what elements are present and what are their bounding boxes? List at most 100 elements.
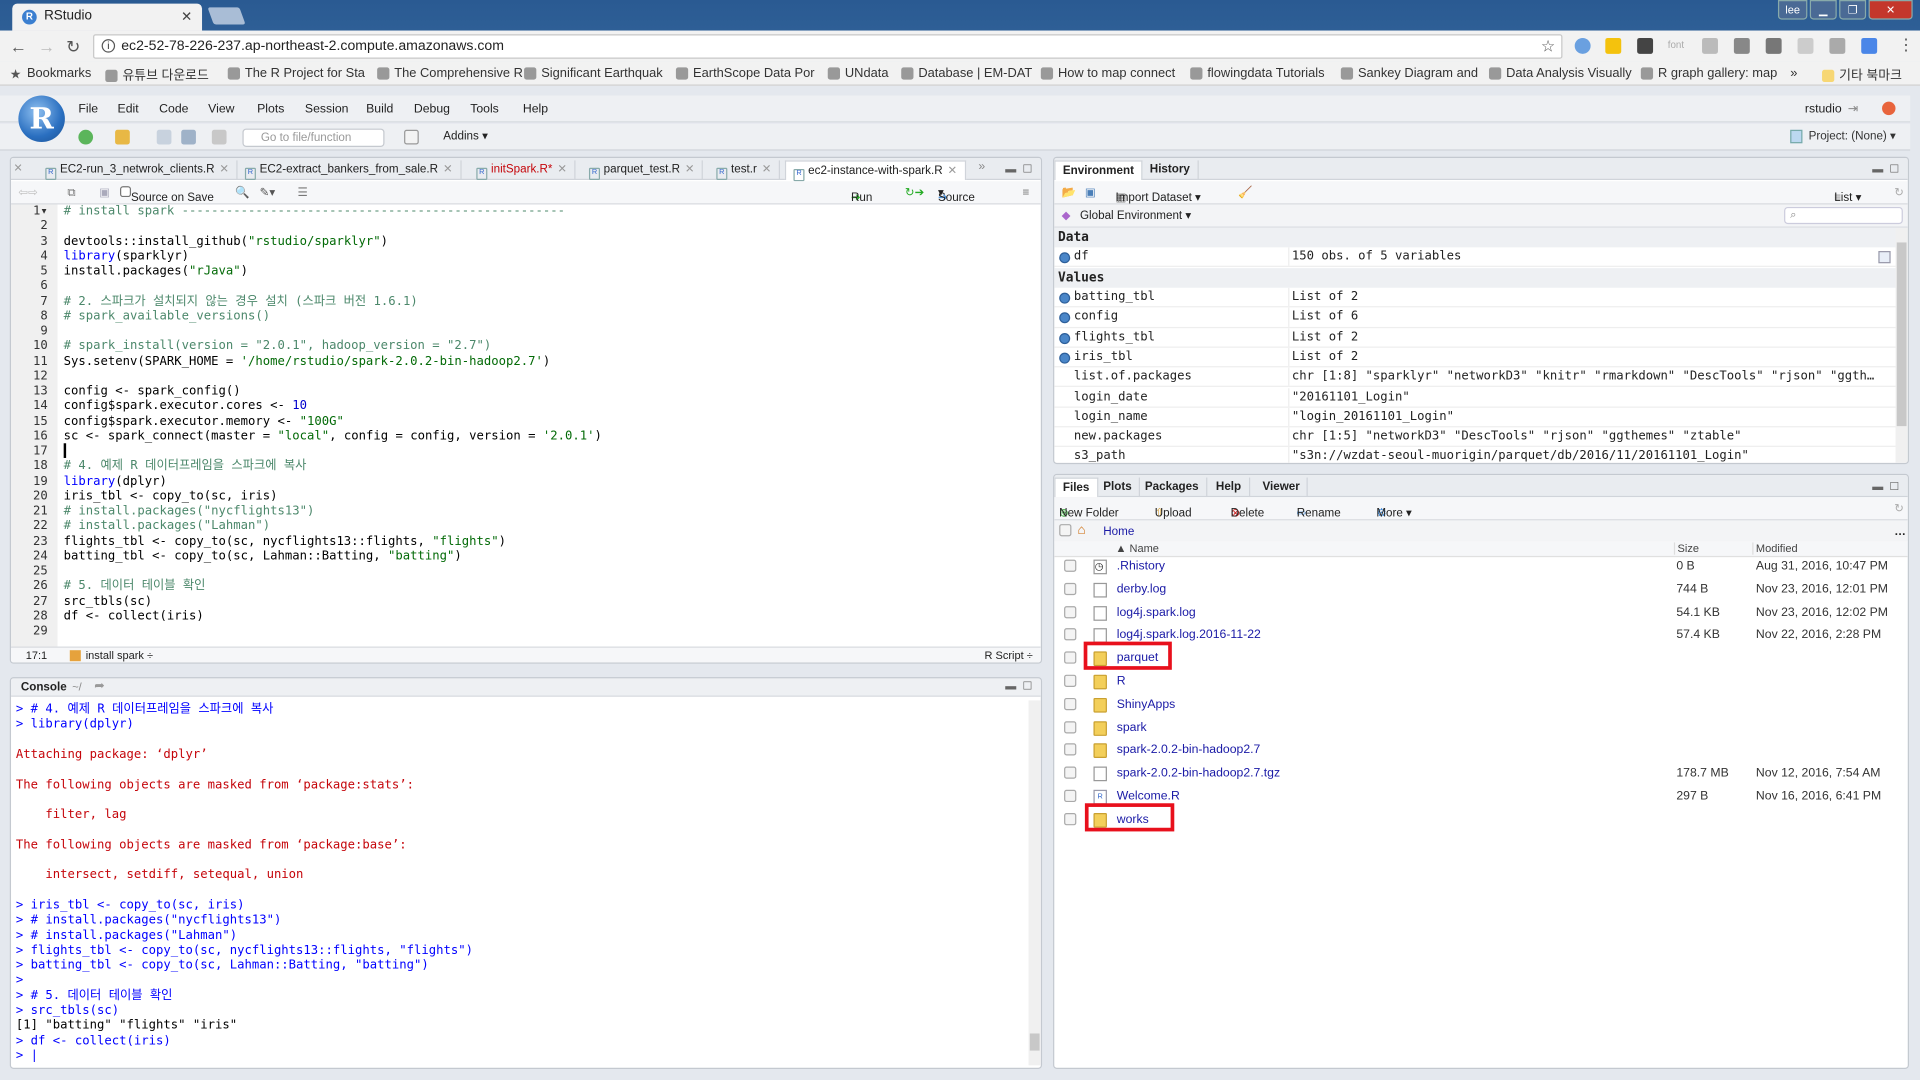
tab-plots[interactable]: Plots [1096, 477, 1141, 498]
bookmark-star-icon[interactable]: ☆ [1541, 37, 1555, 57]
file-checkbox[interactable] [1064, 628, 1077, 641]
maximize-pane-icon[interactable]: ☐ [1022, 163, 1032, 176]
bookmark-item[interactable]: The Comprehensive R [377, 66, 523, 81]
file-name-link[interactable]: R [1117, 671, 1126, 693]
file-row[interactable]: ShinyApps [1054, 694, 1907, 717]
save-workspace-icon[interactable]: ▣ [1085, 186, 1096, 199]
file-row[interactable]: ◷ .Rhistory 0 B Aug 31, 2016, 10:47 PM [1054, 556, 1907, 579]
bookmark-item[interactable]: 유튜브 다운로드 [105, 66, 209, 84]
file-name-link[interactable]: ShinyApps [1117, 694, 1176, 716]
file-checkbox[interactable] [1064, 766, 1077, 780]
go-to-directory-icon[interactable]: ➦ [94, 680, 104, 693]
compile-report-icon[interactable]: ☰ [298, 186, 308, 199]
environment-row[interactable]: login_name "login_20161101_Login" [1054, 407, 1896, 428]
environment-row[interactable]: iris_tbl List of 2 [1054, 347, 1896, 368]
close-tab-icon[interactable]: ✕ [685, 163, 695, 176]
code-tools-icon[interactable]: ✎▾ [260, 186, 276, 199]
console-output[interactable]: > # 4. 예제 R 데이터프레임을 스파크에 복사 > library(dpl… [11, 698, 1026, 1068]
drive-extension-icon[interactable] [1605, 37, 1622, 54]
forward-icon[interactable]: → [38, 37, 55, 57]
back-icon[interactable]: ← [10, 37, 27, 57]
file-row[interactable]: spark [1054, 717, 1907, 740]
tab-environment[interactable]: Environment [1054, 160, 1143, 181]
md-extension-icon[interactable] [1765, 37, 1782, 54]
find-icon[interactable]: 🔍 [235, 186, 250, 199]
file-row[interactable]: parquet [1054, 648, 1907, 671]
console-scrollbar[interactable] [1028, 700, 1041, 1066]
translate-extension-icon[interactable] [1861, 37, 1878, 54]
url-input[interactable]: i ec2-52-78-226-237.ap-northeast-2.compu… [93, 34, 1563, 59]
font-extension-icon[interactable]: font [1668, 39, 1684, 50]
menu-code[interactable]: Code [159, 103, 188, 116]
file-name-link[interactable]: derby.log [1117, 579, 1166, 601]
file-checkbox[interactable] [1064, 743, 1077, 756]
more-tabs-icon[interactable]: » [978, 160, 985, 173]
source-on-save-check[interactable] [120, 186, 132, 198]
file-row[interactable]: works [1054, 809, 1907, 832]
user-badge[interactable]: lee [1777, 0, 1808, 20]
editor-tab[interactable]: Rtest.r ✕ [709, 160, 781, 181]
file-row[interactable]: log4j.spark.log 54.1 KB Nov 23, 2016, 12:0… [1054, 602, 1907, 625]
quit-session-icon[interactable] [1882, 101, 1896, 116]
section-navigator[interactable]: install spark ÷ [86, 649, 153, 661]
file-row[interactable]: spark-2.0.2-bin-hadoop2.7.tgz 178.7 MB Nov… [1054, 763, 1907, 786]
file-row[interactable]: R Welcome.R 297 B Nov 16, 2016, 6:41 PM [1054, 786, 1907, 809]
bookmark-item[interactable]: Data Analysis Visually [1488, 66, 1632, 81]
bookmark-item[interactable]: UNdata [827, 66, 889, 81]
go-to-directory-button[interactable]: … [1894, 525, 1906, 538]
close-window-button[interactable]: ✕ [1868, 0, 1913, 20]
project-menu[interactable]: Project: (None) ▾ [1809, 130, 1896, 143]
bookmark-item[interactable]: ★ Bookmarks [10, 66, 91, 82]
column-modified[interactable]: Modified [1752, 542, 1798, 555]
reload-icon[interactable]: ↻ [66, 37, 80, 58]
maximize-pane-icon[interactable]: ☐ [1889, 163, 1899, 176]
t-extension-icon[interactable] [1829, 37, 1846, 54]
scrollbar-thumb[interactable] [1896, 242, 1907, 427]
minimize-pane-icon[interactable]: ▬ [1872, 480, 1883, 492]
close-tab-icon[interactable]: ✕ [219, 163, 229, 176]
path-home-link[interactable]: Home [1103, 525, 1134, 538]
open-file-icon[interactable] [115, 129, 130, 145]
browser-menu-icon[interactable]: ⋮ [1898, 36, 1914, 56]
tab-history[interactable]: History [1142, 160, 1199, 181]
bookmark-item[interactable]: Sankey Diagram and [1340, 66, 1478, 81]
editor-tab[interactable]: RinitSpark.R* ✕ [469, 160, 576, 181]
extension-icon[interactable] [1733, 37, 1750, 54]
minimize-button[interactable]: ▁ [1809, 0, 1837, 20]
source-on-save-checkbox[interactable]: Source on Save [120, 186, 214, 204]
file-type-selector[interactable]: R Script ÷ [984, 649, 1032, 661]
print-icon[interactable] [211, 129, 227, 145]
close-tab-icon[interactable]: ✕ [762, 163, 772, 176]
rerun-icon[interactable]: ↻➔ [905, 186, 924, 199]
more-bookmarks[interactable]: » [1790, 66, 1797, 81]
environment-row[interactable]: df 150 obs. of 5 variables [1054, 247, 1896, 268]
tab-help[interactable]: Help [1209, 477, 1250, 498]
drive-gray-extension-icon[interactable] [1797, 37, 1814, 54]
file-name-link[interactable]: log4j.spark.log [1117, 602, 1196, 624]
environment-row[interactable]: batting_tbl List of 2 [1054, 287, 1896, 308]
show-in-window-icon[interactable]: ⧉ [67, 186, 75, 199]
close-tab-icon[interactable]: ✕ [181, 9, 192, 25]
save-icon[interactable] [156, 129, 172, 145]
environment-scope-selector[interactable]: Global Environment ▾ [1080, 209, 1191, 222]
maximize-pane-icon[interactable]: ☐ [1022, 680, 1032, 693]
go-to-file-input[interactable]: Go to file/function [242, 128, 385, 147]
file-checkbox[interactable] [1064, 559, 1077, 572]
column-size[interactable]: Size [1673, 542, 1699, 555]
bookmark-item[interactable]: Significant Earthquak [524, 66, 663, 81]
tab-packages[interactable]: Packages [1138, 477, 1208, 498]
environment-row[interactable]: login_date "20161101_Login" [1054, 387, 1896, 408]
info-icon[interactable]: i [101, 39, 116, 53]
source-button[interactable]: ➔ Source ▾ [938, 186, 975, 204]
tab-viewer[interactable]: Viewer [1255, 477, 1309, 498]
refresh-icon[interactable]: ↻ [1894, 502, 1904, 515]
file-name-link[interactable]: .Rhistory [1117, 556, 1165, 578]
console-path[interactable]: ~/ [72, 681, 82, 693]
expand-icon[interactable] [1059, 252, 1071, 264]
bookmark-item[interactable]: How to map connect [1040, 66, 1175, 81]
environment-row[interactable]: new.packages chr [1:5] "networkD3" "DescT… [1054, 427, 1896, 448]
maximize-pane-icon[interactable]: ☐ [1889, 480, 1899, 493]
editor-tab[interactable]: Rec2-instance-with-spark.R ✕ [784, 160, 966, 182]
tab-files[interactable]: Files [1054, 477, 1098, 498]
camera-extension-icon[interactable] [1702, 37, 1718, 54]
